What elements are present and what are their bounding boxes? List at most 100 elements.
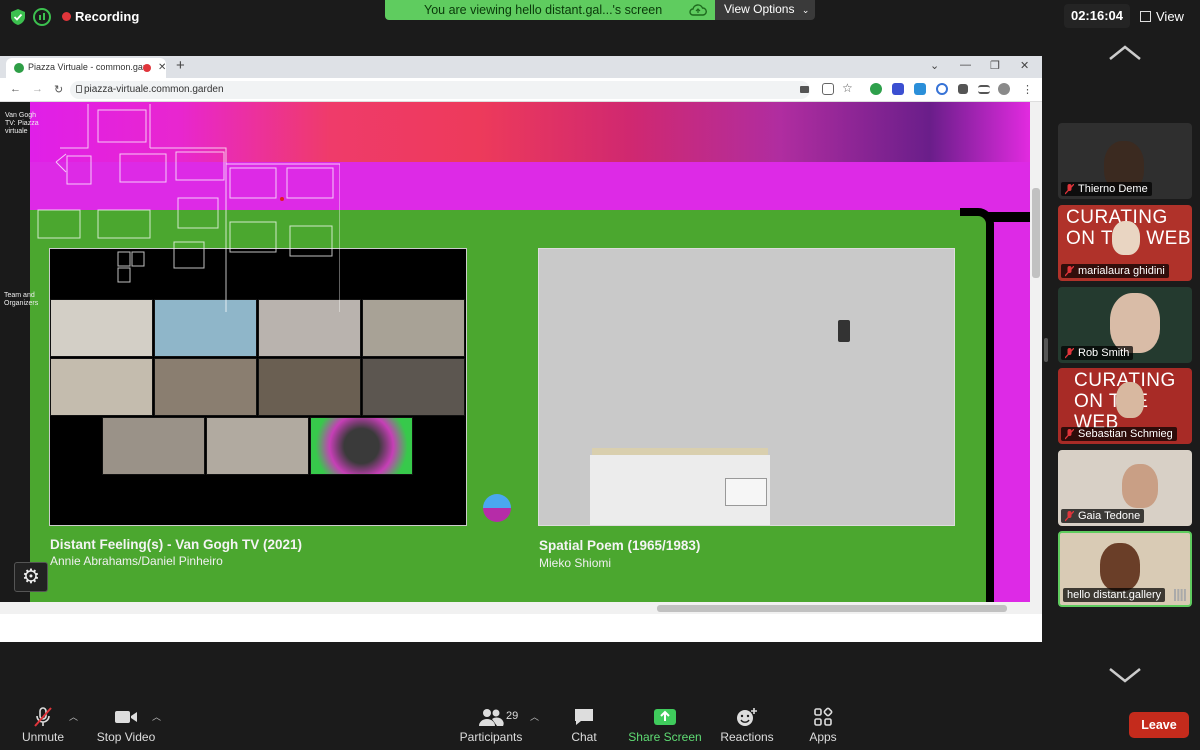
chat-label: Chat [571, 730, 597, 744]
share-screen-button[interactable]: Share Screen [625, 700, 705, 750]
browser-tabstrip: Piazza Virtuale - common.gar ✕ + ⌄ — ❐ ✕ [0, 56, 1042, 78]
video-options-caret-icon[interactable]: ︿ [152, 710, 161, 723]
grid-view-icon [1140, 11, 1151, 22]
settings-gear-icon[interactable]: ⚙ [14, 562, 48, 592]
participant-name: Thierno Deme [1078, 183, 1148, 195]
audio-options-caret-icon[interactable]: ︿ [69, 710, 78, 723]
close-tab-icon[interactable]: ✕ [158, 58, 166, 77]
participant-tile[interactable]: CURATING ON THE WEB Sebastian Schmieg [1058, 368, 1192, 444]
chevron-down-icon[interactable] [1108, 666, 1142, 684]
apps-button[interactable]: Apps [783, 700, 863, 750]
participants-icon [479, 709, 504, 726]
meeting-info-icon[interactable] [33, 8, 51, 26]
participant-tile[interactable]: Gaia Tedone [1058, 450, 1192, 526]
recording-dot-icon [62, 12, 71, 21]
reload-icon[interactable]: ↻ [54, 83, 63, 96]
artwork-title: Spatial Poem (1965/1983) [539, 538, 701, 553]
view-options-dropdown[interactable]: View Options ⌄ [715, 0, 815, 20]
minimize-icon[interactable]: — [960, 59, 971, 71]
muted-mic-icon [1065, 266, 1074, 277]
forward-icon[interactable]: → [32, 83, 43, 95]
piazza-virtuale-page: Van Gogh TV: Piazza virtuale Team and Or… [0, 102, 1030, 602]
recording-label: Recording [75, 9, 140, 24]
close-window-icon[interactable]: ✕ [1020, 59, 1029, 72]
camera-icon[interactable] [800, 86, 809, 93]
muted-mic-icon [1065, 348, 1074, 359]
reading-list-icon[interactable] [978, 85, 990, 94]
participant-tile-active-speaker[interactable]: hello distant.gallery [1058, 531, 1192, 607]
tab-recording-icon [143, 64, 151, 72]
video-tile [154, 358, 257, 416]
leave-button[interactable]: Leave [1129, 712, 1189, 738]
browser-tab-title: Piazza Virtuale - common.gar [28, 62, 146, 72]
participant-tile[interactable]: Thierno Deme [1058, 123, 1192, 199]
extension-badge-icon[interactable] [892, 83, 904, 95]
menu-link-team[interactable]: Team and Organizers [4, 292, 42, 308]
floor-plan-map[interactable] [0, 102, 340, 312]
stop-video-label: Stop Video [96, 730, 156, 744]
video-tile [50, 358, 153, 416]
grammarly-icon[interactable] [870, 83, 882, 95]
scroll-thumb[interactable] [1032, 188, 1040, 278]
restore-icon[interactable]: ❐ [990, 59, 1000, 72]
tab-search-icon[interactable]: ⌄ [930, 59, 939, 72]
extension-circle-icon[interactable] [936, 83, 948, 95]
meeting-toolbar: Unmute ︿ Stop Video ︿ Participants 29 ︿ … [0, 700, 1200, 750]
stop-video-button[interactable]: Stop Video [86, 700, 166, 750]
video-tile [102, 417, 205, 475]
menu-link-van-gogh[interactable]: Van Gogh TV: Piazza virtuale [5, 112, 43, 136]
extension-video-icon[interactable] [914, 83, 926, 95]
video-tile [362, 299, 465, 357]
participant-name: marialaura ghidini [1078, 265, 1165, 277]
participant-video [1100, 543, 1140, 591]
participants-button[interactable]: Participants [451, 700, 531, 750]
muted-mic-icon [1065, 184, 1074, 195]
chat-bubble-icon [575, 709, 593, 725]
back-icon[interactable]: ← [10, 83, 21, 95]
view-button[interactable]: View [1140, 9, 1184, 24]
participant-video [1122, 464, 1158, 508]
browser-tab[interactable]: Piazza Virtuale - common.gar ✕ [6, 58, 166, 78]
participant-name: Gaia Tedone [1078, 510, 1141, 522]
site-favicon-icon [14, 63, 24, 73]
view-button-label: View [1156, 9, 1184, 24]
chevron-up-icon[interactable] [1108, 44, 1142, 62]
new-tab-icon[interactable]: + [176, 57, 185, 74]
share-screen-label: Share Screen [628, 730, 702, 744]
bookmark-star-icon[interactable]: ☆ [842, 81, 853, 95]
encryption-shield-icon[interactable] [11, 9, 25, 25]
artwork-artist: Annie Abrahams/Daniel Pinheiro [50, 554, 223, 568]
url-text: piazza-virtuale.common.garden [84, 84, 224, 95]
meeting-topbar: Recording You are viewing hello distant.… [0, 0, 1200, 34]
participant-video [1112, 221, 1140, 255]
left-menu-panel [0, 102, 30, 602]
participant-tile[interactable]: Rob Smith [1058, 287, 1192, 363]
chat-button[interactable]: Chat [544, 700, 624, 750]
visitor-avatar-cursor[interactable] [483, 494, 511, 522]
extensions-puzzle-icon[interactable] [958, 84, 968, 94]
panel-resize-handle[interactable] [1044, 338, 1048, 362]
cloud-icon [689, 4, 707, 16]
unmute-label: Unmute [21, 730, 65, 744]
muted-microphone-icon [34, 707, 52, 727]
share-icon[interactable] [822, 83, 834, 95]
artwork-artist: Mieko Shiomi [539, 556, 612, 570]
horizontal-scrollbar[interactable] [0, 602, 1030, 614]
more-menu-icon[interactable]: ⋮ [1022, 83, 1033, 96]
muted-mic-icon [1065, 511, 1074, 522]
scroll-thumb[interactable] [657, 605, 1007, 612]
participants-caret-icon[interactable]: ︿ [530, 710, 539, 723]
audio-level-icon [1174, 589, 1186, 601]
video-tile [310, 417, 413, 475]
participant-tile[interactable]: CURATING ON THE WEB marialaura ghidini [1058, 205, 1192, 281]
address-bar[interactable]: piazza-virtuale.common.garden [70, 81, 810, 99]
chevron-down-icon: ⌄ [801, 5, 810, 15]
vertical-scrollbar[interactable] [1030, 102, 1042, 614]
smiley-reaction-icon [737, 708, 757, 726]
reactions-button[interactable]: Reactions [707, 700, 787, 750]
meeting-timer: 02:16:04 [1064, 4, 1130, 28]
lock-icon [76, 85, 82, 93]
unmute-button[interactable]: Unmute [3, 700, 83, 750]
video-tile [206, 417, 309, 475]
profile-avatar-icon[interactable] [998, 83, 1010, 95]
